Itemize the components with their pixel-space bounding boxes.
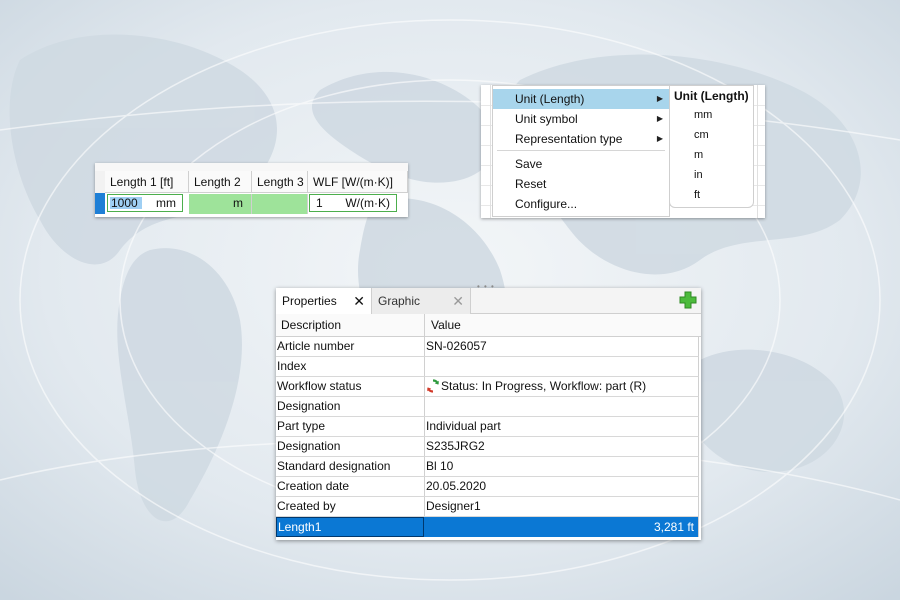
property-key: Index: [277, 357, 425, 376]
property-key: Part type: [277, 417, 425, 436]
menu-item-unit-symbol[interactable]: Unit symbol ▶: [493, 109, 669, 129]
property-row-designation[interactable]: Designation: [276, 397, 699, 417]
unit-length-submenu: Unit (Length) mm cm m in ft: [669, 85, 754, 208]
property-key: Designation: [277, 437, 425, 456]
column-header-length1[interactable]: Length 1 [ft]: [105, 171, 189, 193]
submenu-arrow-icon: ▶: [656, 94, 663, 103]
tab-label: Graphic: [378, 294, 421, 308]
column-header-value: Value: [431, 318, 461, 332]
property-row-standard-designation[interactable]: Standard designation Bl 10: [276, 457, 699, 477]
property-key: Article number: [277, 337, 425, 356]
property-key: Creation date: [277, 477, 425, 496]
property-row-part-type[interactable]: Part type Individual part: [276, 417, 699, 437]
cell-length1-editor[interactable]: 1000 mm: [107, 194, 183, 212]
column-header-wlf[interactable]: WLF [W/(m·K)]: [308, 171, 408, 193]
menu-item-label: Reset: [515, 177, 547, 191]
close-icon[interactable]: ✕: [452, 288, 464, 314]
property-row-created-by[interactable]: Created by Designer1: [276, 497, 699, 517]
cell-wlf-editor[interactable]: 1 W/(m·K): [309, 194, 397, 212]
cell-wlf-value: 1: [316, 196, 323, 210]
menu-item-reset[interactable]: Reset: [493, 174, 669, 194]
property-row-workflow-status[interactable]: Workflow status Status: In Progress, Wor…: [276, 377, 699, 397]
submenu-title: Unit (Length): [674, 89, 749, 103]
property-row-index[interactable]: Index: [276, 357, 699, 377]
property-value: 20.05.2020: [426, 479, 487, 493]
submenu-option-in[interactable]: in: [694, 169, 703, 181]
property-value: Status: In Progress, Workflow: part (R): [441, 379, 647, 393]
cell-length2[interactable]: m: [189, 194, 252, 214]
menu-item-label: Configure...: [515, 197, 578, 211]
properties-panel: Properties ✕ Graphic ✕ Description Value…: [276, 288, 701, 540]
cell-length2-unit: m: [233, 196, 243, 210]
property-row-designation-material[interactable]: Designation S235JRG2: [276, 437, 699, 457]
property-value: Individual part: [426, 419, 501, 433]
property-value-container: Status: In Progress, Workflow: part (R): [426, 377, 646, 396]
menu-item-representation-type[interactable]: Representation type ▶: [493, 129, 669, 149]
menu-item-label: Representation type: [515, 132, 623, 146]
submenu-option-mm[interactable]: mm: [694, 109, 712, 121]
property-row-creation-date[interactable]: Creation date 20.05.2020: [276, 477, 699, 497]
submenu-arrow-icon: ▶: [656, 134, 663, 143]
tab-properties[interactable]: Properties ✕: [276, 288, 372, 314]
property-key: Standard designation: [277, 457, 425, 476]
table-header: Description Value: [276, 314, 701, 337]
submenu-option-ft[interactable]: ft: [694, 189, 700, 201]
property-value: 3,281 ft: [653, 520, 694, 534]
menu-separator: [497, 150, 665, 151]
context-menu: Unit (Length) ▶ Unit symbol ▶ Representa…: [492, 85, 670, 217]
tab-label: Properties: [282, 294, 337, 308]
property-key: Created by: [277, 497, 425, 516]
column-header-description: Description: [281, 318, 342, 332]
submenu-option-m[interactable]: m: [694, 149, 703, 161]
cell-length3[interactable]: [252, 194, 308, 214]
column-header-length2[interactable]: Length 2: [189, 171, 252, 193]
submenu-arrow-icon: ▶: [656, 114, 663, 123]
menu-item-save[interactable]: Save: [493, 154, 669, 174]
property-value: Bl 10: [426, 459, 454, 473]
menu-item-label: Unit symbol: [515, 112, 578, 126]
tab-bar: Properties ✕ Graphic ✕: [276, 288, 701, 314]
menu-item-configure[interactable]: Configure...: [493, 194, 669, 214]
menu-item-unit-length[interactable]: Unit (Length) ▶: [493, 89, 669, 109]
property-value: S235JRG2: [426, 439, 485, 453]
menu-item-label: Unit (Length): [515, 92, 585, 106]
column-header-length3[interactable]: Length 3: [252, 171, 308, 193]
property-key: Designation: [277, 397, 425, 416]
menu-item-label: Save: [515, 157, 543, 171]
property-value: SN-026057: [426, 339, 487, 353]
property-value: Designer1: [426, 499, 481, 513]
add-icon[interactable]: [679, 291, 697, 309]
cell-wlf-unit: W/(m·K): [345, 196, 390, 210]
property-row-article-number[interactable]: Article number SN-026057: [276, 337, 699, 357]
property-key: Length1: [276, 517, 424, 537]
submenu-option-cm[interactable]: cm: [694, 129, 709, 141]
property-row-length1[interactable]: Length1 3,281 ft: [276, 517, 699, 537]
property-key: Workflow status: [277, 377, 425, 396]
cell-length1-value: 1000: [111, 196, 138, 210]
cell-length1-unit: mm: [156, 196, 176, 210]
tab-graphic[interactable]: Graphic ✕: [372, 288, 471, 314]
row-indicator[interactable]: [95, 193, 105, 214]
workflow-refresh-icon: [427, 379, 439, 393]
panel-drag-handle[interactable]: • • •: [477, 282, 495, 291]
close-icon[interactable]: ✕: [353, 288, 365, 314]
